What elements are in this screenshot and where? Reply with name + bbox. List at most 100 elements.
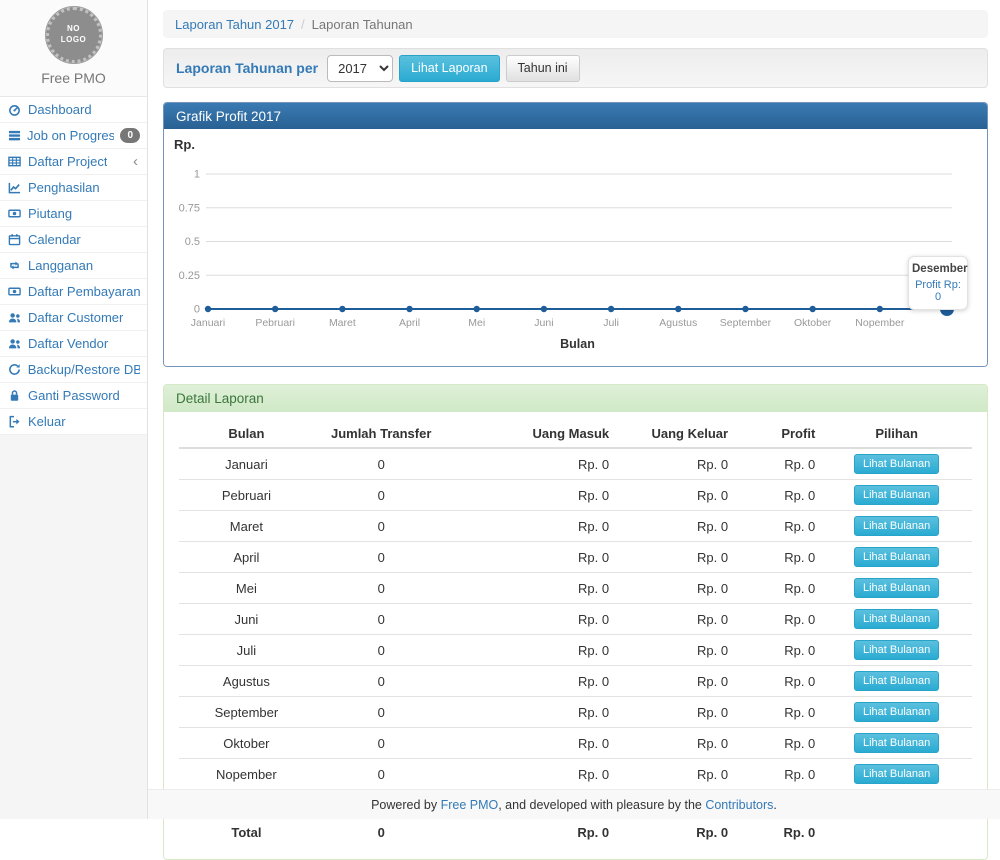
sidebar-item-piutang[interactable]: Piutang bbox=[0, 201, 147, 227]
table-row: Januari 0 Rp. 0 Rp. 0 Rp. 0 Lihat Bulana… bbox=[179, 448, 972, 480]
table-row: April 0 Rp. 0 Rp. 0 Rp. 0 Lihat Bulanan bbox=[179, 542, 972, 573]
breadcrumb-separator: / bbox=[301, 17, 305, 32]
y-tick-label: 0.75 bbox=[179, 202, 200, 214]
sidebar-item-penghasilan[interactable]: Penghasilan bbox=[0, 175, 147, 201]
sidebar: NO LOGO Free PMO Dashboard Job on Progre… bbox=[0, 0, 148, 819]
col-pilihan: Pilihan bbox=[821, 420, 972, 448]
filter-label: Laporan Tahunan per bbox=[176, 60, 318, 76]
dashboard-icon bbox=[8, 103, 22, 116]
y-axis-label: Rp. bbox=[174, 137, 195, 152]
x-tick-label: Juni bbox=[534, 317, 553, 329]
total-label: Total bbox=[179, 820, 314, 845]
detail-panel-title: Detail Laporan bbox=[164, 385, 987, 412]
money-icon bbox=[8, 207, 22, 220]
col-uang-masuk: Uang Masuk bbox=[449, 420, 616, 448]
footer-text: , and developed with pleasure by the bbox=[498, 798, 705, 812]
line-chart-icon bbox=[8, 181, 22, 194]
data-point bbox=[742, 306, 748, 312]
footer: Powered by Free PMO, and developed with … bbox=[148, 789, 1000, 819]
sidebar-item-dashboard[interactable]: Dashboard bbox=[0, 97, 147, 123]
sidebar-item-daftar-pembayaran[interactable]: Daftar Pembayaran bbox=[0, 279, 147, 305]
sidebar-item-calendar[interactable]: Calendar bbox=[0, 227, 147, 253]
sidebar-item-backup-restore-db[interactable]: Backup/Restore DB bbox=[0, 357, 147, 383]
x-tick-label: Juli bbox=[603, 317, 619, 329]
sidebar-item-daftar-customer[interactable]: Daftar Customer bbox=[0, 305, 147, 331]
table-icon bbox=[8, 155, 22, 168]
data-point bbox=[541, 306, 547, 312]
tooltip-value: Profit Rp: 0 bbox=[912, 279, 964, 303]
table-row: September 0 Rp. 0 Rp. 0 Rp. 0 Lihat Bula… bbox=[179, 697, 972, 728]
data-point bbox=[608, 306, 614, 312]
count-badge: 0 bbox=[120, 128, 140, 143]
profit-chart-svg: 00.250.50.751JanuariPebruariMaretAprilMe… bbox=[164, 129, 987, 366]
x-axis-label: Bulan bbox=[560, 337, 595, 351]
lihat-bulanan-button[interactable]: Lihat Bulanan bbox=[854, 516, 939, 536]
data-point bbox=[339, 306, 345, 312]
x-tick-label: Nopember bbox=[855, 317, 905, 329]
lihat-bulanan-button[interactable]: Lihat Bulanan bbox=[854, 764, 939, 784]
data-point bbox=[272, 306, 278, 312]
breadcrumb: Laporan Tahun 2017 / Laporan Tahunan bbox=[163, 10, 988, 38]
x-tick-label: April bbox=[399, 317, 420, 329]
data-point bbox=[877, 306, 883, 312]
profit-chart: Rp. 00.250.50.751JanuariPebruariMaretApr… bbox=[164, 129, 987, 366]
footer-contributors-link[interactable]: Contributors bbox=[705, 798, 773, 812]
chart-panel-title: Grafik Profit 2017 bbox=[164, 103, 987, 129]
data-point bbox=[474, 306, 480, 312]
x-tick-label: Januari bbox=[191, 317, 225, 329]
sidebar-item-langganan[interactable]: Langganan bbox=[0, 253, 147, 279]
tahun-ini-button[interactable]: Tahun ini bbox=[506, 55, 580, 82]
table-header-row: Bulan Jumlah Transfer Uang Masuk Uang Ke… bbox=[179, 420, 972, 448]
app-name: Free PMO bbox=[0, 63, 147, 96]
sidebar-item-daftar-project[interactable]: Daftar Project ‹ bbox=[0, 149, 147, 175]
sidebar-item-daftar-vendor[interactable]: Daftar Vendor bbox=[0, 331, 147, 357]
year-select[interactable]: 2017 bbox=[327, 55, 393, 82]
footer-freepmo-link[interactable]: Free PMO bbox=[441, 798, 499, 812]
table-row: Oktober 0 Rp. 0 Rp. 0 Rp. 0 Lihat Bulana… bbox=[179, 728, 972, 759]
lihat-laporan-button[interactable]: Lihat Laporan bbox=[399, 55, 499, 82]
x-tick-label: September bbox=[720, 317, 772, 329]
table-row: Nopember 0 Rp. 0 Rp. 0 Rp. 0 Lihat Bulan… bbox=[179, 759, 972, 790]
table-row: Juni 0 Rp. 0 Rp. 0 Rp. 0 Lihat Bulanan bbox=[179, 604, 972, 635]
x-tick-label: Oktober bbox=[794, 317, 832, 329]
x-tick-label: Agustus bbox=[659, 317, 697, 329]
y-tick-label: 0.5 bbox=[185, 236, 200, 248]
users-icon bbox=[8, 311, 22, 324]
lihat-bulanan-button[interactable]: Lihat Bulanan bbox=[854, 454, 939, 474]
x-tick-label: Maret bbox=[329, 317, 356, 329]
sidebar-menu: Dashboard Job on Progress 0 Daftar Proje… bbox=[0, 97, 147, 435]
table-row: Juli 0 Rp. 0 Rp. 0 Rp. 0 Lihat Bulanan bbox=[179, 635, 972, 666]
lihat-bulanan-button[interactable]: Lihat Bulanan bbox=[854, 609, 939, 629]
table-row: Maret 0 Rp. 0 Rp. 0 Rp. 0 Lihat Bulanan bbox=[179, 511, 972, 542]
footer-text: Powered by bbox=[371, 798, 440, 812]
sign-out-icon bbox=[8, 415, 22, 428]
lock-icon bbox=[8, 389, 22, 402]
lihat-bulanan-button[interactable]: Lihat Bulanan bbox=[854, 702, 939, 722]
logo-panel: NO LOGO Free PMO bbox=[0, 0, 147, 97]
sidebar-item-keluar[interactable]: Keluar bbox=[0, 409, 147, 435]
breadcrumb-link[interactable]: Laporan Tahun 2017 bbox=[175, 17, 294, 32]
main-content: Laporan Tahun 2017 / Laporan Tahunan Lap… bbox=[148, 0, 1000, 819]
lihat-bulanan-button[interactable]: Lihat Bulanan bbox=[854, 640, 939, 660]
sidebar-item-ganti-password[interactable]: Ganti Password bbox=[0, 383, 147, 409]
data-point bbox=[205, 306, 211, 312]
col-jumlah-transfer: Jumlah Transfer bbox=[314, 420, 449, 448]
lihat-bulanan-button[interactable]: Lihat Bulanan bbox=[854, 671, 939, 691]
lihat-bulanan-button[interactable]: Lihat Bulanan bbox=[854, 578, 939, 598]
lihat-bulanan-button[interactable]: Lihat Bulanan bbox=[854, 733, 939, 753]
sidebar-item-job-on-progress[interactable]: Job on Progress 0 bbox=[0, 123, 147, 149]
x-tick-label: Pebruari bbox=[255, 317, 295, 329]
profit-chart-panel: Grafik Profit 2017 Rp. 00.250.50.751Janu… bbox=[163, 102, 988, 367]
y-tick-label: 1 bbox=[194, 169, 200, 181]
lihat-bulanan-button[interactable]: Lihat Bulanan bbox=[854, 485, 939, 505]
tasks-icon bbox=[8, 129, 21, 142]
lihat-bulanan-button[interactable]: Lihat Bulanan bbox=[854, 547, 939, 567]
table-total-row: Total 0 Rp. 0 Rp. 0 Rp. 0 bbox=[179, 820, 972, 845]
data-point bbox=[809, 306, 815, 312]
refresh-icon bbox=[8, 363, 22, 376]
users-icon bbox=[8, 337, 22, 350]
detail-table: Bulan Jumlah Transfer Uang Masuk Uang Ke… bbox=[179, 420, 972, 845]
col-bulan: Bulan bbox=[179, 420, 314, 448]
table-row: Mei 0 Rp. 0 Rp. 0 Rp. 0 Lihat Bulanan bbox=[179, 573, 972, 604]
col-profit: Profit bbox=[734, 420, 821, 448]
